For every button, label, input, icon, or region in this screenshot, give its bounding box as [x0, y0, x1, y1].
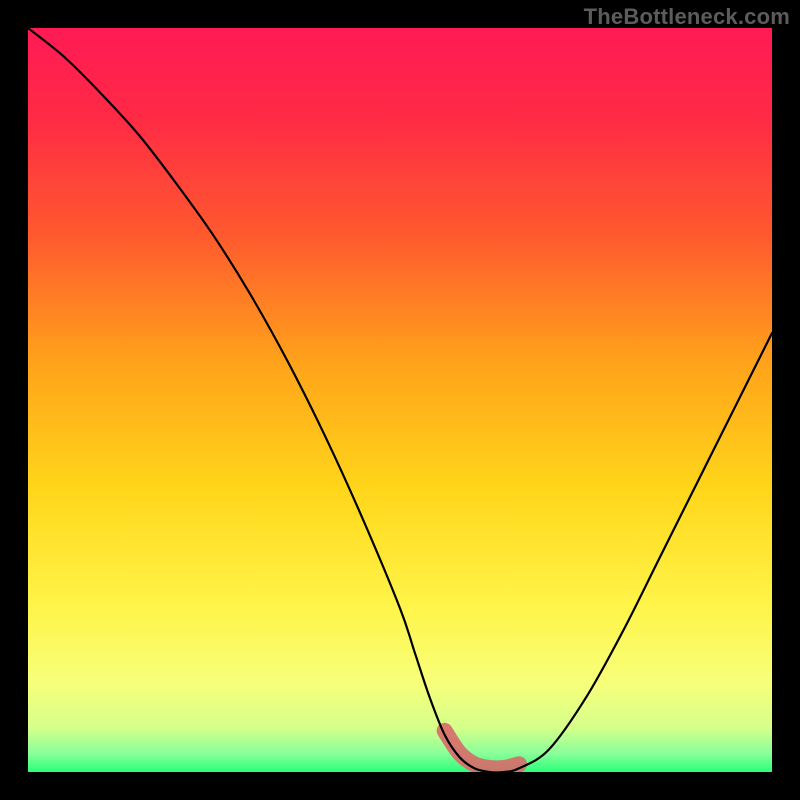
bottleneck-chart: [28, 28, 772, 772]
gradient-background: [28, 28, 772, 772]
plot-area: [28, 28, 772, 772]
chart-frame: TheBottleneck.com: [0, 0, 800, 800]
watermark-text: TheBottleneck.com: [584, 4, 790, 30]
